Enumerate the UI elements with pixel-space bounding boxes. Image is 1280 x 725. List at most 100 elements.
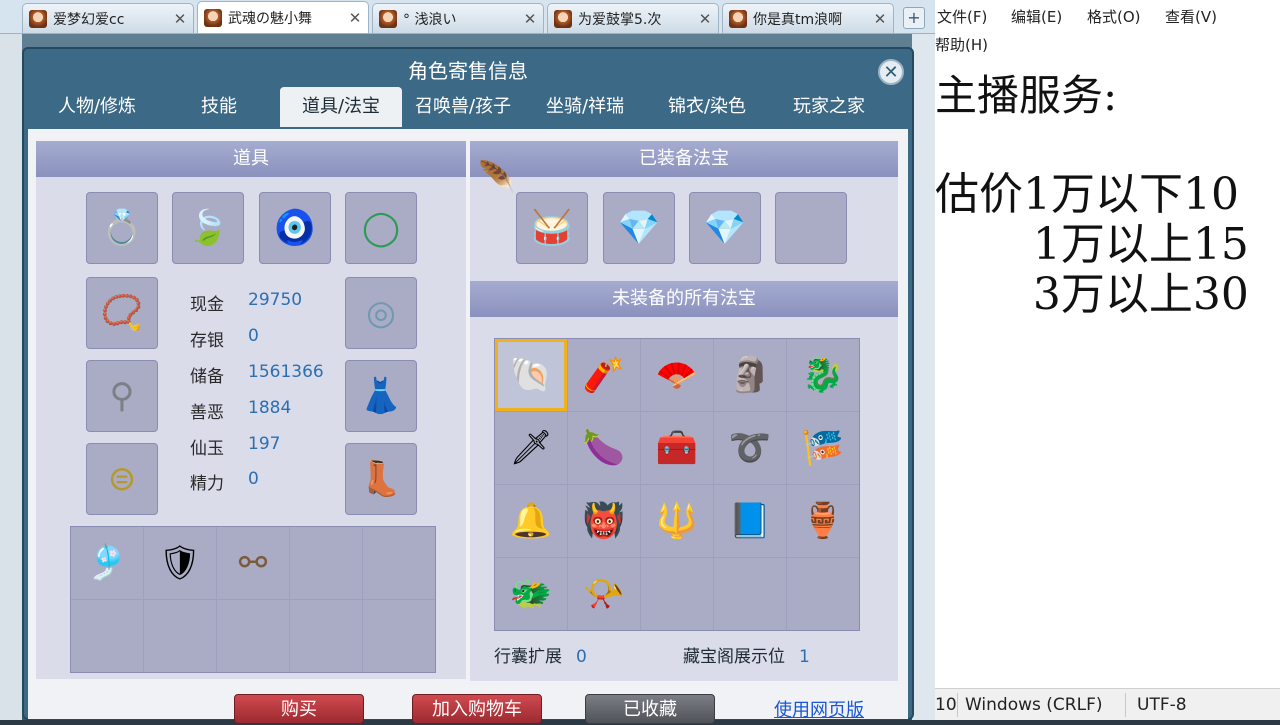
menu-file[interactable]: 文件(F) <box>937 6 987 27</box>
bell-icon: 🔔 <box>509 501 553 541</box>
close-icon[interactable]: ✕ <box>871 10 889 28</box>
game-side-strip-right <box>912 34 935 720</box>
status-eol: Windows (CRLF) <box>965 695 1103 715</box>
gold-armor-icon: 🛡 <box>158 543 202 583</box>
avatar-favicon-icon <box>729 9 747 28</box>
treasure-cell-selected[interactable]: 🐚 <box>495 339 567 411</box>
tassel-charm-icon: 🎐 <box>85 543 129 583</box>
equipment-slot[interactable]: ⊜ <box>86 443 158 515</box>
close-icon[interactable]: ✕ <box>521 10 539 28</box>
treasure-cell-empty[interactable] <box>714 558 786 630</box>
browser-tab[interactable]: 你是真tm浪啊 ✕ <box>722 3 894 33</box>
amulet-icon: 🧿 <box>273 208 317 248</box>
new-tab-button[interactable]: + <box>903 7 925 29</box>
horn-bell-icon: 📯 <box>582 574 626 614</box>
crystal-lamp-icon: 💎 <box>703 208 747 248</box>
equipment-slot[interactable]: 👗 <box>345 360 417 432</box>
equipment-slot[interactable]: ◯ <box>345 192 417 264</box>
menu-view[interactable]: 查看(V) <box>1165 6 1217 27</box>
stat-energy: 精力 0 <box>190 469 259 494</box>
browser-tab[interactable]: 为爱鼓掌5.次 ✕ <box>547 3 719 33</box>
close-button[interactable]: ✕ <box>878 59 904 85</box>
treasure-grid: 🐚 🧨 🪭 🗿 🐉 🗡 🍆 🧰 ➰ 🎏 🔔 👹 🔱 📘 🏺 🐲 📯 <box>494 338 860 631</box>
bag-cell-empty[interactable] <box>290 600 362 672</box>
treasure-cell[interactable]: 🧰 <box>641 412 713 484</box>
treasure-cell[interactable]: 🔔 <box>495 485 567 557</box>
tab-label: ° 浅浪い <box>403 11 457 28</box>
browser-tab-active[interactable]: 武魂の魅小舞 ✕ <box>197 1 369 33</box>
menu-format[interactable]: 格式(O) <box>1087 6 1141 27</box>
treasure-cell-empty[interactable] <box>787 558 859 630</box>
treasure-cell[interactable]: 🏺 <box>787 485 859 557</box>
bag-cell[interactable]: 🎐 <box>71 527 143 599</box>
silver-bracelet-icon: ◎ <box>366 293 396 333</box>
equipment-slot[interactable]: 🍃 <box>172 192 244 264</box>
equipment-slot[interactable]: 🧿 <box>259 192 331 264</box>
stat-karma: 善恶 1884 <box>190 398 292 423</box>
menu-edit[interactable]: 编辑(E) <box>1011 6 1062 27</box>
close-icon[interactable]: ✕ <box>346 9 364 27</box>
dialog-title: 角色寄售信息 <box>408 59 528 83</box>
tab-outfits[interactable]: 锦衣/染色 <box>646 87 768 127</box>
golden-rope-icon: ➰ <box>728 428 772 468</box>
equipped-treasure-slot-empty[interactable] <box>775 192 847 264</box>
bag-cell[interactable]: 🛡 <box>144 527 216 599</box>
stat-reserve: 储备 1561366 <box>190 362 324 387</box>
equipped-treasure-slot[interactable]: 💎 <box>689 192 761 264</box>
treasure-cell-empty[interactable] <box>641 558 713 630</box>
browser-tab[interactable]: 爱梦幻爱cc ✕ <box>22 3 194 33</box>
bag-cell-empty[interactable] <box>217 600 289 672</box>
treasure-cell[interactable]: 🗿 <box>714 339 786 411</box>
treasure-cell[interactable]: 🐉 <box>787 339 859 411</box>
treasure-cell[interactable]: 🐲 <box>495 558 567 630</box>
treasure-cell[interactable]: 🔱 <box>641 485 713 557</box>
browser-tab[interactable]: ° 浅浪い ✕ <box>372 3 544 33</box>
equipped-treasure-slot[interactable]: 💎 <box>603 192 675 264</box>
dragon-icon: 🐲 <box>509 574 553 614</box>
close-icon[interactable]: ✕ <box>171 10 189 28</box>
tab-player-home[interactable]: 玩家之家 <box>768 87 890 127</box>
skirt-armor-icon: 👗 <box>359 376 403 416</box>
leaf-pendant-icon: 🍃 <box>186 208 230 248</box>
bag-cell[interactable]: ⚯ <box>217 527 289 599</box>
equipment-slot[interactable]: ⚲ <box>86 360 158 432</box>
bag-cell-empty[interactable] <box>290 527 362 599</box>
bag-cell-empty[interactable] <box>144 600 216 672</box>
tab-skills[interactable]: 技能 <box>158 87 280 127</box>
notepad-line-1: 主播服务: <box>935 71 1118 120</box>
equipment-slot[interactable]: 💍 <box>86 192 158 264</box>
close-icon[interactable]: ✕ <box>696 10 714 28</box>
tab-character[interactable]: 人物/修炼 <box>36 87 158 127</box>
equipment-slot[interactable]: 📿 <box>86 277 158 349</box>
equipment-slot[interactable]: 👢 <box>345 443 417 515</box>
treasure-cell[interactable]: 🪭 <box>641 339 713 411</box>
tab-pets-children[interactable]: 召唤兽/孩子 <box>402 87 524 127</box>
treasure-cell[interactable]: 🍆 <box>568 412 640 484</box>
treasure-cell[interactable]: 🎏 <box>787 412 859 484</box>
bag-cell-empty[interactable] <box>71 600 143 672</box>
crystal-lamp-icon: 💎 <box>617 208 661 248</box>
use-web-version-link[interactable]: 使用网页版 <box>774 696 864 722</box>
equipped-treasure-slot[interactable]: 🥁 <box>516 192 588 264</box>
all-treasures-header: 未装备的所有法宝 <box>470 281 898 317</box>
equipment-slot[interactable]: ◎ <box>345 277 417 349</box>
treasure-cell[interactable]: 📘 <box>714 485 786 557</box>
treasure-cell[interactable]: 📯 <box>568 558 640 630</box>
ring-flower-icon: 💍 <box>100 208 144 248</box>
totem-icon: 🗿 <box>728 355 772 395</box>
beaded-necklace-icon: 📿 <box>100 293 144 333</box>
game-side-strip <box>0 34 22 720</box>
treasure-cell[interactable]: 🧨 <box>568 339 640 411</box>
bag-cell-empty[interactable] <box>363 600 435 672</box>
menu-help[interactable]: 帮助(H) <box>935 34 988 55</box>
tab-mounts[interactable]: 坐骑/祥瑞 <box>524 87 646 127</box>
treasure-cell[interactable]: ➰ <box>714 412 786 484</box>
gourd-icon: 🍆 <box>582 428 626 468</box>
tab-items-treasures[interactable]: 道具/法宝 <box>280 87 402 127</box>
book-icon: 📘 <box>728 501 772 541</box>
treasure-cell[interactable]: 👹 <box>568 485 640 557</box>
hook-chain-icon: ⚯ <box>238 543 268 583</box>
treasure-cell[interactable]: 🗡 <box>495 412 567 484</box>
status-divider <box>1125 693 1126 717</box>
bag-cell-empty[interactable] <box>363 527 435 599</box>
